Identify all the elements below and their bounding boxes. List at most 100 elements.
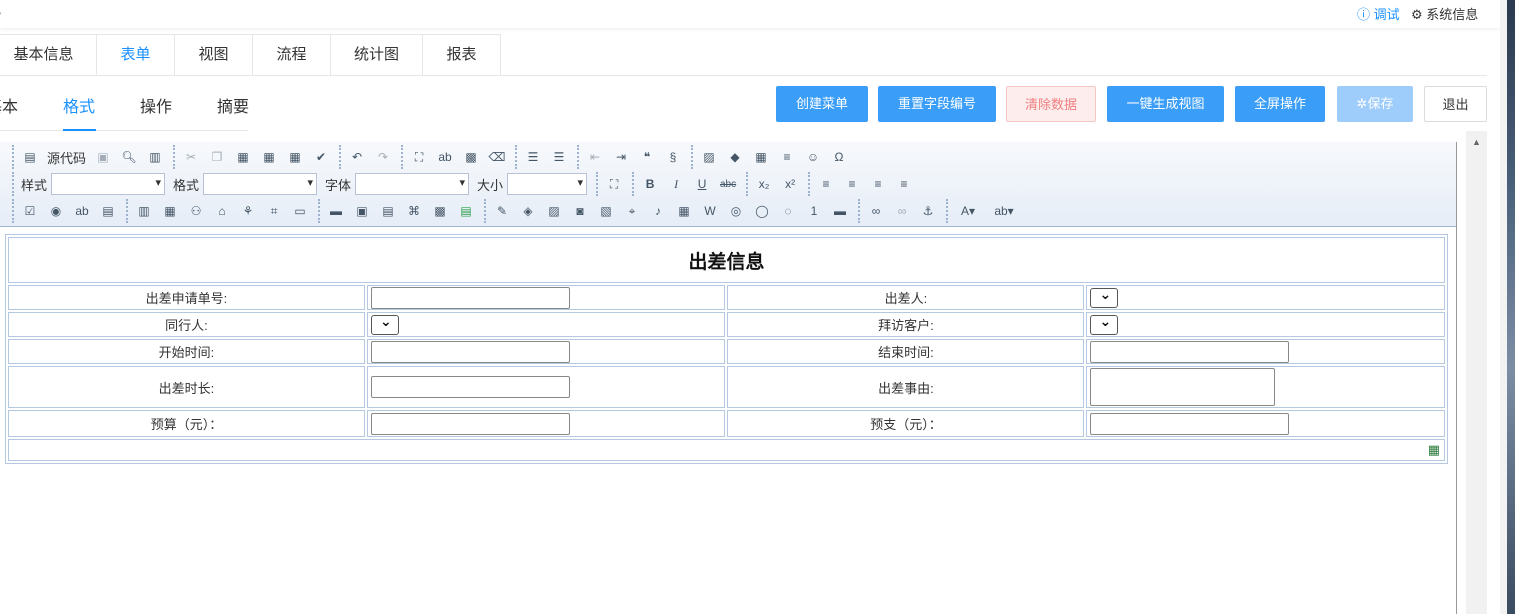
save-button[interactable]: ✲保存 <box>1337 86 1413 122</box>
cut-icon[interactable]: ✂ <box>182 148 200 166</box>
underline-icon[interactable]: U <box>693 175 711 193</box>
superscript-icon[interactable]: x² <box>781 175 799 193</box>
smiley-icon[interactable]: ☺ <box>804 148 822 166</box>
align-right-icon[interactable]: ≡ <box>869 175 887 193</box>
link-icon[interactable]: ∞ <box>867 202 885 220</box>
unlink-icon[interactable]: ∞ <box>893 202 911 220</box>
add-row-icon[interactable]: ▦ <box>1428 442 1440 457</box>
subtab-format[interactable]: 格式 <box>63 93 95 117</box>
horizontal-line-icon[interactable]: ≡ <box>778 148 796 166</box>
div-container-icon[interactable]: § <box>664 148 682 166</box>
spellcheck-icon[interactable]: ✔ <box>312 148 330 166</box>
blockquote-icon[interactable]: ❝ <box>638 148 656 166</box>
color-wheel-icon[interactable]: ◯ <box>753 202 771 220</box>
anchor-icon[interactable]: ⚓ <box>919 202 937 220</box>
scroll-up-icon[interactable]: ▲ <box>1472 137 1481 147</box>
list-widget-icon[interactable]: ▥ <box>135 202 153 220</box>
duration-input[interactable] <box>370 376 570 398</box>
debug-link[interactable]: ⓘ 调试 <box>1357 4 1400 23</box>
word-doc-icon[interactable]: W <box>701 202 719 220</box>
text-color-icon[interactable]: A▾ <box>955 202 981 220</box>
group-widget-icon[interactable]: ⚘ <box>239 202 257 220</box>
camera-icon[interactable]: ◙ <box>571 202 589 220</box>
back-chevron-icon[interactable]: › <box>0 4 2 20</box>
map-marker-icon[interactable]: ⌖ <box>623 202 641 220</box>
reset-field-numbers-button[interactable]: 重置字段编号 <box>878 86 996 122</box>
subscript-icon[interactable]: x₂ <box>755 175 773 193</box>
select-all-icon[interactable]: ▩ <box>462 148 480 166</box>
subtab-basic[interactable]: 基本 <box>0 93 18 117</box>
undo-icon[interactable]: ↶ <box>348 148 366 166</box>
number-control-icon[interactable]: 1 <box>805 202 823 220</box>
bulleted-list-icon[interactable]: ☰ <box>550 148 568 166</box>
user-widget-icon[interactable]: ⚇ <box>187 202 205 220</box>
calc-control-icon[interactable]: ▣ <box>353 202 371 220</box>
tab-workflow[interactable]: 流程 <box>252 34 331 75</box>
exit-button[interactable]: 退出 <box>1424 86 1487 122</box>
format-select[interactable] <box>203 173 318 195</box>
subtab-summary[interactable]: 摘要 <box>217 93 249 117</box>
special-char-icon[interactable]: Ω <box>830 148 848 166</box>
maximize-icon[interactable]: ⛶ <box>605 175 623 193</box>
visited-customer-select[interactable] <box>1090 313 1119 335</box>
remove-format-icon[interactable]: ⌫ <box>488 148 506 166</box>
vertical-scrollbar[interactable]: ▲ <box>1466 131 1487 614</box>
redo-icon[interactable]: ↷ <box>374 148 392 166</box>
outdent-icon[interactable]: ⇤ <box>586 148 604 166</box>
tab-view[interactable]: 视图 <box>174 34 253 75</box>
save-doc-icon[interactable]: ▣ <box>94 148 112 166</box>
size-select[interactable] <box>507 173 588 195</box>
traveler-select[interactable] <box>1090 286 1119 308</box>
layer-icon[interactable]: ◈ <box>519 202 537 220</box>
fullscreen-button[interactable]: 全屏操作 <box>1235 86 1325 122</box>
find-icon[interactable]: ⛶ <box>410 148 428 166</box>
preview-icon[interactable]: 🔍︎ <box>120 148 138 166</box>
companions-select[interactable] <box>370 313 399 335</box>
replace-icon[interactable]: ab <box>436 148 454 166</box>
tab-statistics-chart[interactable]: 统计图 <box>330 34 423 75</box>
copy-icon[interactable]: ❐ <box>208 148 226 166</box>
create-menu-button[interactable]: 创建菜单 <box>776 86 868 122</box>
signature-icon[interactable]: ✎ <box>493 202 511 220</box>
data-fetch-icon[interactable]: ▩ <box>431 202 449 220</box>
data-select-icon[interactable]: ▤ <box>379 202 397 220</box>
table-icon[interactable]: ▦ <box>752 148 770 166</box>
list-control-icon[interactable]: ▤ <box>457 202 475 220</box>
font-select[interactable] <box>355 173 470 195</box>
style-select[interactable] <box>51 173 166 195</box>
qrcode-icon[interactable]: ▦ <box>675 202 693 220</box>
checkbox-control-icon[interactable]: ☑ <box>21 202 39 220</box>
clear-data-button[interactable]: 清除数据 <box>1006 86 1096 122</box>
code-control-icon[interactable]: ⌘ <box>405 202 423 220</box>
tab-report[interactable]: 报表 <box>422 34 501 75</box>
generate-view-button[interactable]: 一键生成视图 <box>1107 86 1224 122</box>
indent-icon[interactable]: ⇥ <box>612 148 630 166</box>
align-left-icon[interactable]: ≡ <box>817 175 835 193</box>
calendar-widget-icon[interactable]: ▦ <box>161 202 179 220</box>
macro-control-icon[interactable]: ▬ <box>327 202 345 220</box>
advance-input[interactable] <box>1090 412 1290 435</box>
start-time-input[interactable] <box>370 340 570 363</box>
separator-control-icon[interactable]: ▬ <box>831 202 849 220</box>
background-color-icon[interactable]: ab▾ <box>989 202 1019 220</box>
system-info-link[interactable]: ⚙ 系统信息 <box>1411 4 1478 23</box>
tab-basic-info[interactable]: 基本信息 <box>0 34 97 75</box>
subtab-operation[interactable]: 操作 <box>140 93 172 117</box>
bold-icon[interactable]: B <box>641 175 659 193</box>
department-widget-icon[interactable]: ⌂ <box>213 202 231 220</box>
microphone-icon[interactable]: ♪ <box>649 202 667 220</box>
numbered-list-icon[interactable]: ☰ <box>524 148 542 166</box>
source-code-button[interactable]: 源代码 <box>47 148 86 167</box>
flash-icon[interactable]: ◆ <box>726 148 744 166</box>
dialog-widget-icon[interactable]: ▭ <box>291 202 309 220</box>
align-center-icon[interactable]: ≡ <box>843 175 861 193</box>
tab-form[interactable]: 表单 <box>96 34 175 75</box>
budget-input[interactable] <box>370 412 570 435</box>
textarea-control-icon[interactable]: ▤ <box>99 202 117 220</box>
end-time-input[interactable] <box>1090 340 1290 363</box>
progress-icon[interactable]: ◌ <box>779 202 797 220</box>
paste-word-icon[interactable]: ▦ <box>286 148 304 166</box>
strikethrough-icon[interactable]: abc <box>719 175 737 193</box>
paste-icon[interactable]: ▦ <box>234 148 252 166</box>
paste-text-icon[interactable]: ▦ <box>260 148 278 166</box>
